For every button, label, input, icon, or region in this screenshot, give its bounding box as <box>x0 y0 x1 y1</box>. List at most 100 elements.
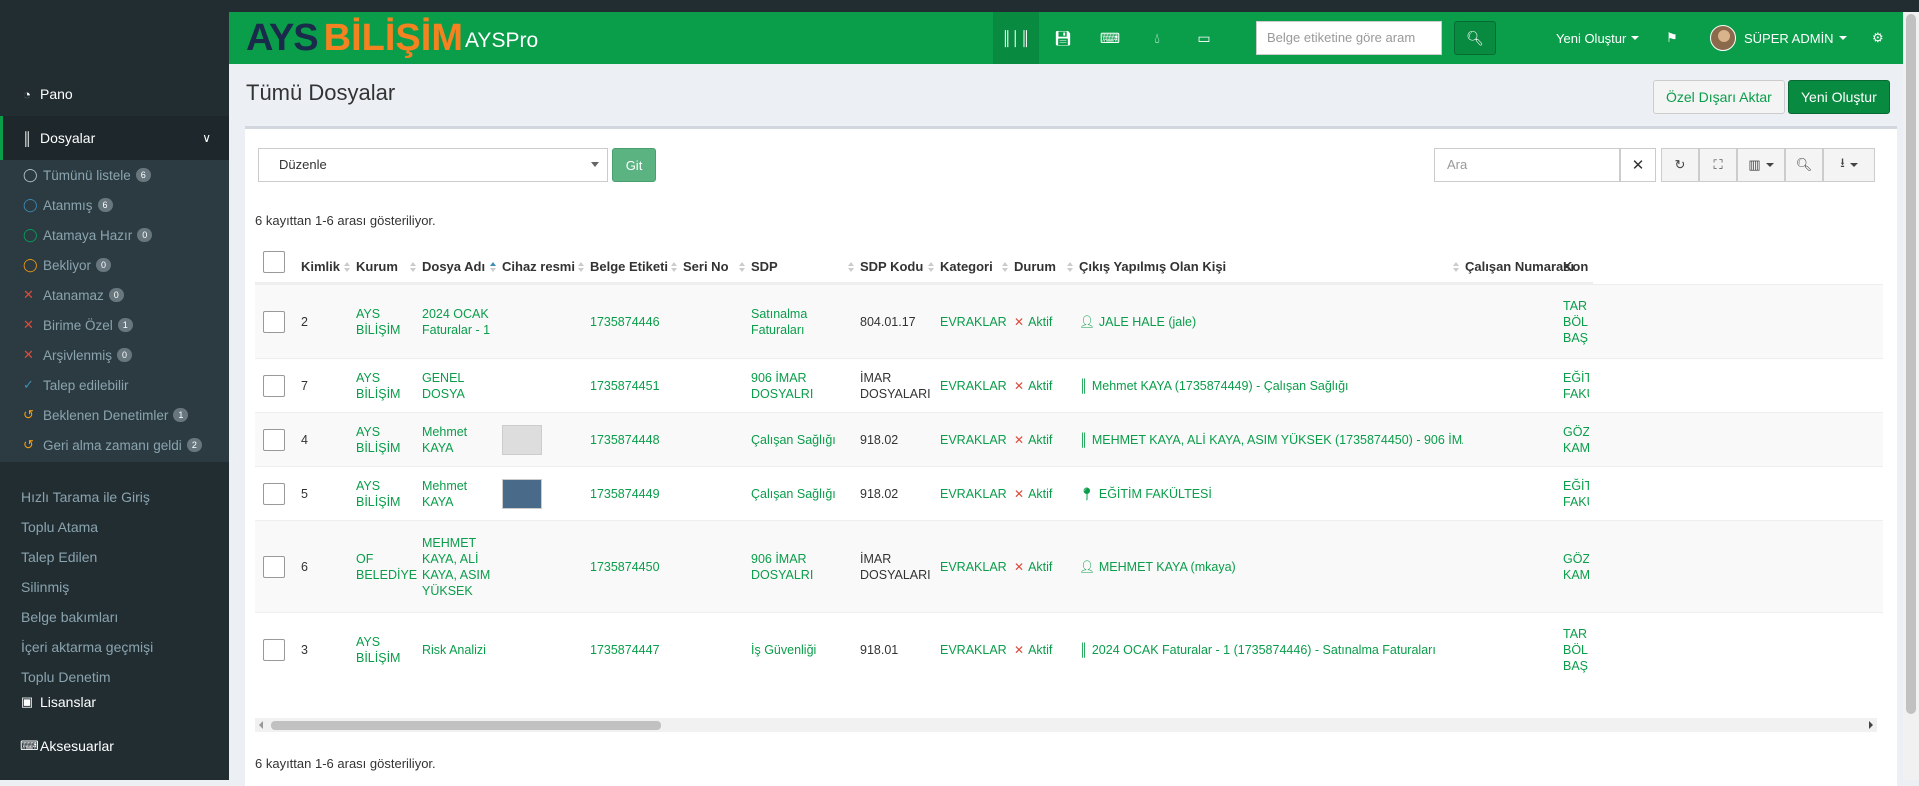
cell-kurum[interactable]: AYS BİLİŞİM <box>356 359 418 413</box>
sidebar-item-plain[interactable]: Hızlı Tarama ile Giriş <box>0 482 229 512</box>
cell-cikis-kisi[interactable]: 👤︎ JALE HALE (jale) <box>1079 285 1463 359</box>
cell-kon[interactable]: TAR BÖL BAŞ <box>1563 613 1589 686</box>
horizontal-scrollbar[interactable] <box>255 718 1877 732</box>
user-menu[interactable]: SÜPER ADMİN <box>1710 12 1847 64</box>
table-row[interactable]: 2 AYS BİLİŞİM 2024 OCAK Faturalar - 1 17358… <box>255 284 1883 358</box>
sidebar-item-pano[interactable]: ◔ Pano <box>0 72 229 116</box>
barcode-icon[interactable]: ║│║ <box>993 12 1039 64</box>
cell-kon[interactable]: TAR BÖL BAŞ <box>1563 285 1589 359</box>
fullscreen-button[interactable]: ⛶ <box>1699 148 1737 182</box>
custom-export-button[interactable]: Özel Dışarı Aktar <box>1653 80 1785 114</box>
header-search-button[interactable]: 🔍︎ <box>1454 21 1496 55</box>
table-search-input[interactable]: Ara <box>1434 148 1620 182</box>
row-checkbox[interactable] <box>263 639 285 661</box>
device-thumbnail[interactable] <box>502 479 542 509</box>
scroll-thumb[interactable] <box>271 721 661 730</box>
tint-icon[interactable]: 💧︎ <box>1134 12 1180 64</box>
column-header[interactable]: SDP <box>751 250 860 284</box>
cell-dosya[interactable]: GENEL DOSYA <box>422 359 498 413</box>
cell-sdp[interactable]: Satınalma Faturaları <box>751 285 859 359</box>
cell-durum[interactable]: ✕ Aktif <box>1014 413 1078 467</box>
sidebar-item-plain[interactable]: Silinmiş <box>0 572 229 602</box>
hdd-icon[interactable]: ▭ <box>1181 12 1227 64</box>
sidebar-subitem[interactable]: ◯ Atamaya Hazır 0 <box>0 220 229 250</box>
cell-sdp[interactable]: 906 İMAR DOSYALRI <box>751 359 859 413</box>
table-row[interactable]: 5 AYS BİLİŞİM Mehmet KAYA 1735874449 Çalışan… <box>255 466 1883 520</box>
column-header[interactable]: Kategori <box>940 250 1014 284</box>
save-icon[interactable]: 💾︎ <box>1040 12 1086 64</box>
sidebar-subitem[interactable]: ✕ Atanamaz 0 <box>0 280 229 310</box>
column-header[interactable]: Seri No <box>683 250 751 284</box>
cell-kategori[interactable]: EVRAKLAR <box>940 359 1012 413</box>
header-search-input[interactable]: Belge etiketine göre aram <box>1256 21 1442 55</box>
row-checkbox[interactable] <box>263 556 285 578</box>
cell-durum[interactable]: ✕ Aktif <box>1014 613 1078 686</box>
scroll-thumb[interactable] <box>1906 14 1916 714</box>
cell-dosya[interactable]: Mehmet KAYA <box>422 413 498 467</box>
cell-sdp[interactable]: 906 İMAR DOSYALRI <box>751 521 859 613</box>
cell-kategori[interactable]: EVRAKLAR <box>940 613 1012 686</box>
new-menu[interactable]: Yeni Oluştur <box>1556 12 1640 64</box>
cell-durum[interactable]: ✕ Aktif <box>1014 285 1078 359</box>
column-header[interactable]: Cihaz resmi <box>502 250 590 284</box>
cell-kategori[interactable]: EVRAKLAR <box>940 413 1012 467</box>
table-row[interactable]: 4 AYS BİLİŞİM Mehmet KAYA 1735874448 Çalışan… <box>255 412 1883 466</box>
cell-kurum[interactable]: OF BELEDİYESİ <box>356 521 418 613</box>
column-header[interactable]: Kon <box>1563 250 1593 284</box>
cell-dosya[interactable]: Risk Analizi <box>422 613 498 686</box>
cell-belge-etiketi[interactable]: 1735874450 <box>590 521 680 613</box>
cell-dosya[interactable]: Mehmet KAYA <box>422 467 498 521</box>
cell-kon[interactable]: GÖZ KAM <box>1563 521 1589 613</box>
column-header[interactable]: Çıkış Yapılmış Olan Kişi <box>1079 250 1465 284</box>
cell-dosya[interactable]: 2024 OCAK Faturalar - 1 <box>422 285 498 359</box>
cell-kon[interactable]: GÖZ KAM <box>1563 413 1589 467</box>
sidebar-subitem[interactable]: ✓ Talep edilebilir <box>0 370 229 400</box>
cell-belge-etiketi[interactable]: 1735874446 <box>590 285 680 359</box>
sidebar-item-plain[interactable]: Toplu Atama <box>0 512 229 542</box>
cell-cikis-kisi[interactable]: ║ 2024 OCAK Faturalar - 1 (1735874446) - … <box>1079 613 1463 686</box>
cell-durum[interactable]: ✕ Aktif <box>1014 359 1078 413</box>
clear-search-button[interactable]: ✕ <box>1620 148 1656 182</box>
cell-kategori[interactable]: EVRAKLAR <box>940 285 1012 359</box>
cell-dosya[interactable]: MEHMET KAYA, ALİ KAYA, ASIM YÜKSEK <box>422 521 498 613</box>
cell-kon[interactable]: EĞİT FAKÜ <box>1563 359 1589 413</box>
sidebar-subitem[interactable]: ↺ Beklenen Denetimler 1 <box>0 400 229 430</box>
sidebar-subitem[interactable]: ✕ Birime Özel 1 <box>0 310 229 340</box>
sidebar-item-plain[interactable]: Talep Edilen <box>0 542 229 572</box>
column-header[interactable]: Belge Etiketi <box>590 250 683 284</box>
cell-kategori[interactable]: EVRAKLAR <box>940 521 1012 613</box>
cell-kon[interactable]: EĞİT FAKÜ <box>1563 467 1589 521</box>
sidebar-subitem[interactable]: ↺ Geri alma zamanı geldi 2 <box>0 430 229 460</box>
sidebar-item-plain[interactable]: İçeri aktarma geçmişi <box>0 632 229 662</box>
refresh-button[interactable]: ↻ <box>1661 148 1699 182</box>
cell-kurum[interactable]: AYS BİLİŞİM <box>356 285 418 359</box>
table-row[interactable]: 6 OF BELEDİYESİMEHMET KAYA, ALİ KAYA, ASI… <box>255 520 1883 612</box>
cell-kurum[interactable]: AYS BİLİŞİM <box>356 467 418 521</box>
cell-cikis-kisi[interactable]: 👤︎ MEHMET KAYA (mkaya) <box>1079 521 1463 613</box>
cell-cikis-kisi[interactable]: ║ Mehmet KAYA (1735874449) - Çalışan Sağl… <box>1079 359 1463 413</box>
cell-kurum[interactable]: AYS BİLİŞİM <box>356 413 418 467</box>
cell-cikis-kisi[interactable]: ║ MEHMET KAYA, ALİ KAYA, ASIM YÜKSEK (173… <box>1079 413 1463 467</box>
cell-durum[interactable]: ✕ Aktif <box>1014 521 1078 613</box>
scroll-left-icon[interactable] <box>259 721 263 729</box>
column-header[interactable]: Kimlik <box>301 250 356 284</box>
row-checkbox[interactable] <box>263 483 285 505</box>
cell-belge-etiketi[interactable]: 1735874451 <box>590 359 680 413</box>
page-scrollbar[interactable] <box>1903 12 1919 780</box>
sidebar-item-aksesuarlar[interactable]: ⌨ Aksesuarlar <box>0 724 229 768</box>
device-thumbnail[interactable] <box>502 425 542 455</box>
export-button[interactable]: ⭳ <box>1823 148 1875 182</box>
logo[interactable]: AYS BİLİŞİM AYSPro <box>246 12 538 64</box>
select-all-checkbox[interactable] <box>263 251 285 273</box>
cell-belge-etiketi[interactable]: 1735874448 <box>590 413 680 467</box>
sidebar-subitem[interactable]: ✕ Arşivlenmiş 0 <box>0 340 229 370</box>
new-button[interactable]: Yeni Oluştur <box>1788 80 1890 114</box>
keyboard-icon[interactable]: ⌨ <box>1087 12 1133 64</box>
column-header[interactable]: Çalışan Numarası <box>1465 250 1574 284</box>
cell-cikis-kisi[interactable]: 📍︎ EĞİTİM FAKÜLTESİ <box>1079 467 1463 521</box>
table-row[interactable]: 3 AYS BİLİŞİM Risk Analizi 1735874447 İş Güv… <box>255 612 1883 686</box>
row-checkbox[interactable] <box>263 311 285 333</box>
cogs-icon[interactable]: ⚙ <box>1872 12 1884 64</box>
cell-belge-etiketi[interactable]: 1735874449 <box>590 467 680 521</box>
column-header[interactable]: SDP Kodu <box>860 250 940 284</box>
